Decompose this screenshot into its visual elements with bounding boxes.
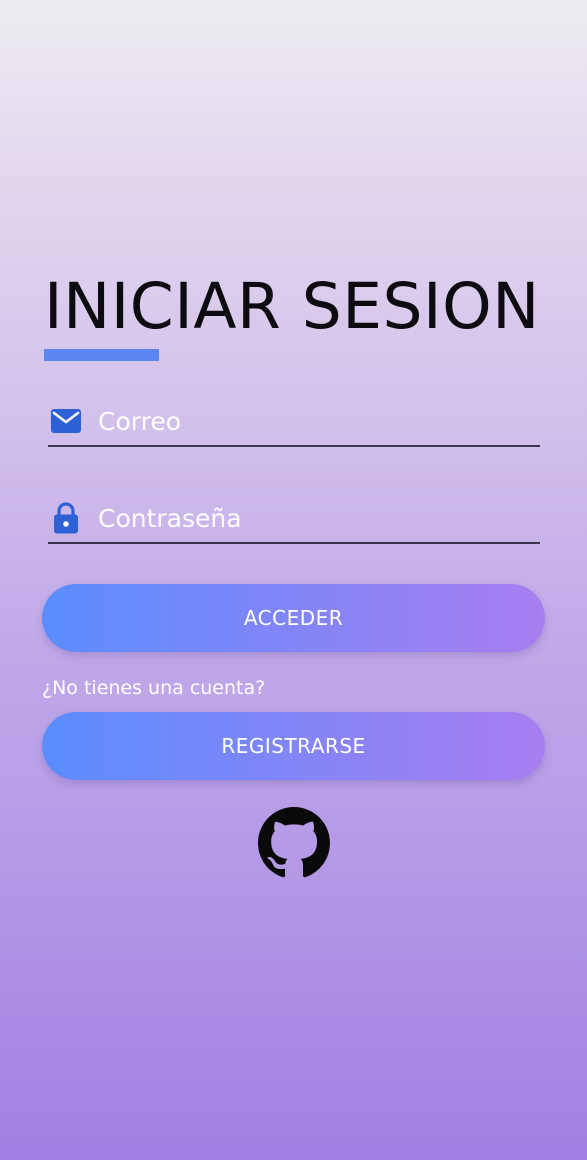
lock-icon — [50, 494, 82, 542]
register-button[interactable]: REGISTRARSE — [42, 712, 545, 780]
email-input[interactable] — [98, 397, 528, 445]
no-account-text: ¿No tienes una cuenta? — [42, 677, 266, 699]
password-field[interactable] — [48, 494, 540, 544]
mail-icon — [50, 397, 82, 445]
password-input[interactable] — [98, 494, 528, 542]
login-button[interactable]: ACCEDER — [42, 584, 545, 652]
email-field[interactable] — [48, 397, 540, 447]
page-title: INICIAR SESION — [44, 270, 540, 343]
title-underline — [44, 349, 159, 361]
github-icon[interactable] — [258, 807, 330, 879]
